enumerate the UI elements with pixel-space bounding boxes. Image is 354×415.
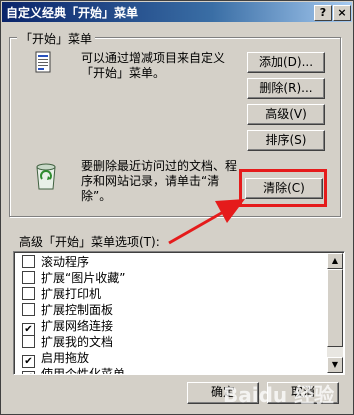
options-list[interactable]: 滚动程序 扩展“图片收藏” 扩展打印机 扩展控制面板 ✔ 扩展网络连接 扩展我的文… xyxy=(13,251,345,375)
list-item[interactable]: ✔ 扩展网络连接 xyxy=(22,318,113,336)
add-button[interactable]: 添加(D)... xyxy=(247,52,325,73)
window-title: 自定义经典「开始」菜单 xyxy=(6,6,139,20)
red-arrow-annotation xyxy=(168,199,245,245)
scroll-down-icon[interactable]: ▼ xyxy=(327,357,343,373)
checkbox[interactable] xyxy=(22,303,35,316)
close-button[interactable]: × xyxy=(333,5,351,21)
customize-start-menu-dialog: 自定义经典「开始」菜单 ? × 「开始」菜单 可以通过增减项目来自定义「开始」菜… xyxy=(0,0,354,415)
sort-button[interactable]: 排序(S) xyxy=(247,130,325,151)
checkbox[interactable] xyxy=(22,255,35,268)
checkbox[interactable] xyxy=(22,335,35,348)
menu-document-icon xyxy=(35,51,51,73)
options-label: 高级「开始」菜单选项(T): xyxy=(19,235,160,249)
list-item[interactable]: ✔ 启用拖放 xyxy=(22,350,89,368)
scroll-thumb[interactable] xyxy=(327,269,343,347)
title-bar[interactable]: 自定义经典「开始」菜单 ? × xyxy=(2,2,352,22)
help-button[interactable]: ? xyxy=(314,5,332,21)
recycle-bin-icon xyxy=(36,163,56,190)
list-item[interactable]: 扩展我的文档 xyxy=(22,334,113,350)
list-item[interactable]: ✔使用个性化菜单 xyxy=(22,366,125,374)
list-item[interactable]: 扩展打印机 xyxy=(22,286,101,302)
checkbox[interactable] xyxy=(22,271,35,284)
advanced-button[interactable]: 高级(V) xyxy=(247,104,325,125)
group-legend: 「开始」菜单 xyxy=(17,30,96,47)
list-item[interactable]: 扩展“图片收藏” xyxy=(22,270,125,286)
checkbox[interactable]: ✔ xyxy=(22,371,35,374)
scroll-up-icon[interactable]: ▲ xyxy=(327,253,343,269)
list-item[interactable]: 扩展控制面板 xyxy=(22,302,113,318)
list-item[interactable]: 滚动程序 xyxy=(22,254,89,270)
checkbox[interactable] xyxy=(22,287,35,300)
customize-description: 可以通过增减项目来自定义「开始」菜单。 xyxy=(81,51,226,80)
vertical-scrollbar[interactable]: ▲ ▼ xyxy=(327,253,343,373)
remove-button[interactable]: 删除(R)... xyxy=(247,78,325,99)
watermark: Baidu 经验 xyxy=(223,383,335,407)
